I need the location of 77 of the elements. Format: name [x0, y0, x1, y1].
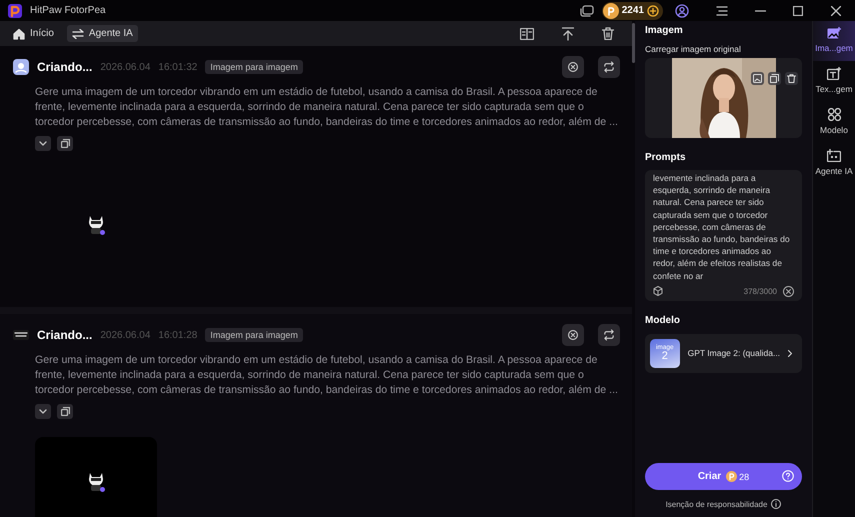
- maximize-icon[interactable]: [793, 6, 803, 16]
- copy-button[interactable]: [768, 72, 781, 85]
- section-title: Prompts: [645, 152, 687, 163]
- delete-button[interactable]: [785, 72, 798, 85]
- task-tag: Imagem para imagem: [205, 328, 303, 342]
- section-title: Imagem: [645, 25, 684, 36]
- task-time: 16:01:28: [158, 330, 198, 340]
- nav-tab[interactable]: Agente IA: [66, 25, 138, 42]
- task-prompt: Gere uma imagem de um torcedor vibrando em um estádio de futebol, usando a camisa do Brasil. A pessoa aparece de frente, levemente inclinada para a esquerda, sorrindo de maneira natural. Cena parece ter sido capturada sem que o torcedor percebesse, com câmeras de transmissão ao fundo, bandeiras do time e torcedores animados ao redor, além de ...: [35, 353, 619, 398]
- rail-tab[interactable]: Tex...gem: [813, 61, 855, 102]
- credits-amount: 2241: [622, 5, 644, 16]
- upload-icon[interactable]: [562, 26, 574, 40]
- window-title: HitPaw FotorPea: [30, 5, 107, 16]
- close-icon[interactable]: [831, 6, 841, 16]
- section-title: Modelo: [645, 314, 681, 326]
- chevron-right-icon: [788, 350, 792, 357]
- info-icon: [771, 499, 782, 509]
- frame-icon: [753, 74, 762, 83]
- retry-button[interactable]: [598, 324, 620, 346]
- copy-icon: [60, 407, 70, 416]
- trash-icon: [787, 74, 796, 83]
- swap-icon: [72, 28, 84, 38]
- crop-button[interactable]: [751, 72, 764, 85]
- home-icon: [13, 28, 25, 40]
- task-date: 2026.06.04: [100, 62, 150, 72]
- image-avatar-icon: [13, 59, 29, 75]
- task-date: 2026.06.04: [100, 330, 150, 340]
- copy-icon: [60, 139, 70, 148]
- prompt-text: levemente inclinada para a esquerda, sorrindo de maneira natural. Cena parece ter sido capturada sem que o torcedor percebesse, com câmeras de transmissão ao fundo, bandeiras do time e torcedores animados ao redor, além de efeitos realistas de confete no ar: [653, 172, 791, 282]
- task-tag: Imagem para imagem: [205, 60, 303, 74]
- task-time: 16:01:32: [158, 62, 198, 72]
- help-icon: [782, 470, 794, 482]
- prompt-field[interactable]: [645, 170, 802, 301]
- expand-button[interactable]: [35, 136, 51, 151]
- rail-tab[interactable]: Modelo: [813, 102, 855, 143]
- cancel-button[interactable]: [562, 56, 584, 78]
- swap-arrows-icon: [604, 61, 614, 73]
- task-prompt: Gere uma imagem de um torcedor vibrando em um estádio de futebol, usando a camisa do Brasil. A pessoa aparece de frente, levemente inclinada para a esquerda, sorrindo de maneira natural. Cena parece ter sido capturada sem que o torcedor percebesse, com câmeras de transmissão ao fundo, bandeiras do time e torcedores animados ao redor, além de ...: [35, 85, 619, 130]
- book-icon[interactable]: [520, 28, 534, 40]
- create-button[interactable]: Criar 28: [645, 463, 802, 490]
- disclaimer-link[interactable]: Isenção de responsabilidade: [666, 500, 768, 508]
- image-plus-icon: [827, 27, 841, 39]
- minimize-icon[interactable]: [754, 10, 766, 12]
- app-logo-icon: [8, 4, 22, 18]
- rail-tab[interactable]: Agente IA: [813, 143, 855, 184]
- task-status: Criando...: [37, 328, 92, 342]
- grid-icon: [828, 108, 840, 121]
- copy-icon: [770, 74, 779, 83]
- cube-icon: [653, 286, 663, 296]
- nav-tab[interactable]: Início: [8, 24, 59, 42]
- retry-button[interactable]: [598, 56, 620, 78]
- account-icon[interactable]: [675, 4, 689, 18]
- coin-icon: [602, 2, 619, 18]
- add-icon[interactable]: [647, 4, 659, 16]
- trash-icon[interactable]: [602, 27, 614, 40]
- chevron-down-icon: [39, 141, 47, 146]
- cancel-icon: [568, 61, 578, 73]
- character-counter: 378/3000: [744, 286, 777, 296]
- text-plus-icon: [827, 67, 841, 80]
- rail-tab[interactable]: Ima...gem: [813, 21, 855, 61]
- cost-amount: 28: [739, 472, 750, 482]
- swap-arrows-icon: [604, 329, 614, 341]
- cancel-icon: [568, 329, 578, 341]
- task-status: Criando...: [37, 60, 92, 74]
- clear-icon[interactable]: [783, 286, 794, 297]
- bot-icon: [827, 149, 841, 162]
- window-icon: [580, 4, 594, 16]
- model-name: GPT Image 2: (qualida...: [688, 348, 780, 358]
- copy-button[interactable]: [57, 404, 73, 419]
- upload-label: Carregar imagem original: [645, 44, 742, 54]
- chevron-down-icon: [39, 409, 47, 414]
- credits-badge[interactable]: 2241: [602, 2, 663, 20]
- cancel-button[interactable]: [562, 324, 584, 346]
- coin-icon: [726, 471, 738, 482]
- copy-button[interactable]: [57, 136, 73, 151]
- expand-button[interactable]: [35, 404, 51, 419]
- menu-icon[interactable]: [716, 6, 728, 16]
